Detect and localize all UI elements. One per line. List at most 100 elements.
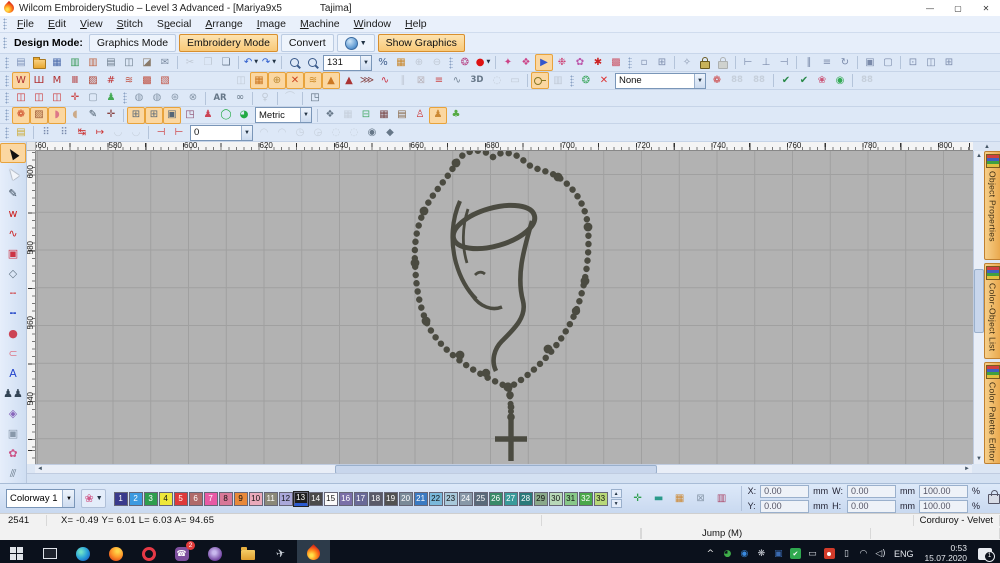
thread-target-icon[interactable]: ◉ — [831, 72, 849, 89]
thread-check-1-icon[interactable]: ✔ — [777, 72, 795, 89]
print-icon[interactable]: ▤ — [102, 54, 120, 71]
tray-monitor-icon[interactable]: ▭ — [805, 543, 820, 563]
show-graphics-button[interactable]: Show Graphics — [377, 34, 465, 52]
color-swatch-12[interactable]: 12 — [278, 491, 293, 506]
wheel-icon[interactable]: ◉ — [363, 124, 381, 141]
offset-field-dropdown-icon[interactable]: ▼ — [241, 125, 252, 140]
embroidery-mode-button[interactable]: Embroidery Mode — [179, 34, 278, 52]
select-polygon-icon[interactable]: ✧ — [678, 54, 696, 71]
tray-volume-icon[interactable]: ◁) — [873, 543, 888, 563]
fancy-fill-1-icon[interactable]: ◫ — [12, 90, 30, 107]
graphics-mode-button[interactable]: Graphics Mode — [88, 34, 177, 52]
tab-object-properties[interactable]: Object Properties — [984, 151, 1000, 260]
zoom-tool-icon[interactable] — [285, 54, 303, 71]
fancy-fill-2-icon[interactable]: ◫ — [30, 90, 48, 107]
language-indicator[interactable]: ENG — [890, 549, 918, 559]
zoom-level-field[interactable]: 131 ▼ — [323, 54, 372, 71]
needle-point-icon[interactable]: ✛ — [102, 107, 120, 124]
opera-icon[interactable] — [132, 540, 165, 563]
fancy-frame-icon[interactable]: ▢ — [84, 90, 102, 107]
color-swatch-7[interactable]: 7 — [203, 491, 218, 506]
travel-marks-icon[interactable]: ✱ — [589, 54, 607, 71]
clock-2-icon[interactable]: ◶ — [309, 124, 327, 141]
ring-2-icon[interactable]: ◌ — [345, 124, 363, 141]
fill-satin-icon[interactable]: ▦ — [250, 72, 268, 89]
trim-1-icon[interactable]: ◡ — [109, 124, 127, 141]
color-swatch-3[interactable]: 3 — [143, 491, 158, 506]
stitch-link-icon[interactable]: ✦ — [499, 54, 517, 71]
proportional-lock-icon[interactable] — [988, 489, 1000, 504]
freehand-open-tool[interactable]: ∿ — [0, 223, 26, 243]
hoop-globe-button[interactable]: ▼ — [336, 34, 375, 52]
thread-check-2-icon[interactable]: ✔ — [795, 72, 813, 89]
menu-window[interactable]: Window — [347, 18, 398, 30]
style-pair-c-icon[interactable]: 88 — [856, 72, 878, 89]
machine-tape-icon[interactable]: ▤ — [393, 107, 411, 124]
tray-wifi-icon[interactable]: ◠ — [856, 543, 871, 563]
design-canvas[interactable] — [36, 151, 973, 465]
color-swatch-23[interactable]: 23 — [443, 491, 458, 506]
color-swatch-13[interactable]: 13 — [292, 490, 309, 507]
palette-down-icon[interactable]: ▼ — [610, 499, 622, 508]
scroll-right-icon[interactable]: ► — [962, 466, 972, 472]
menu-arrange[interactable]: Arrange — [198, 18, 249, 30]
style-field[interactable]: None ▼ — [615, 72, 706, 89]
scroll-down-icon[interactable]: ▼ — [976, 454, 982, 464]
grid-show-icon[interactable]: ⊞ — [127, 106, 145, 124]
stitch-flower-icon[interactable]: ✿ — [571, 54, 589, 71]
effect-3d-icon[interactable]: 3D — [466, 72, 488, 89]
color-swatch-11[interactable]: 11 — [263, 491, 278, 506]
color-swatch-1[interactable]: 1 — [113, 491, 128, 506]
show-bitmap-icon[interactable]: ▦ — [392, 54, 410, 71]
close-button[interactable]: ✕ — [972, 0, 1000, 16]
leaf-contour-icon[interactable]: ◗ — [48, 106, 66, 124]
tray-satellite-icon[interactable]: ❋ — [754, 543, 769, 563]
digitize-shape-tool[interactable]: ◇ — [0, 263, 26, 283]
horizontal-scrollbar[interactable]: ◄ ► — [35, 464, 972, 474]
scroll-up-icon[interactable]: ▲ — [976, 151, 982, 161]
density-map-icon[interactable]: ▥ — [549, 72, 567, 89]
print-preview-icon[interactable]: ◫ — [120, 54, 138, 71]
vertical-scroll-thumb[interactable] — [974, 269, 984, 334]
fill-motif-icon[interactable]: ✕ — [286, 72, 304, 89]
new-design-icon[interactable]: ▤ — [12, 54, 30, 71]
menu-edit[interactable]: Edit — [41, 18, 73, 30]
export-icon[interactable]: ◪ — [138, 54, 156, 71]
menu-file[interactable]: File — [10, 18, 41, 30]
reshape-box-icon[interactable]: ⊡ — [904, 54, 922, 71]
colorway-wheel-icon[interactable]: ❂ — [577, 72, 595, 89]
colorway-select[interactable]: Colorway 1 ▼ — [6, 489, 76, 508]
tab-color-palette-editor[interactable]: Color Palette Editor — [984, 361, 1000, 465]
punch-bars-icon[interactable]: Ⅲ — [66, 72, 84, 89]
mirror-h-icon[interactable]: ◫ — [922, 54, 940, 71]
distribute-h-icon[interactable]: ∥ — [800, 54, 818, 71]
color-swatch-30[interactable]: 30 — [548, 491, 563, 506]
open-design-icon[interactable] — [30, 54, 48, 71]
leaf-outline-icon[interactable]: ◖ — [66, 107, 84, 124]
add-color-icon[interactable]: ✛ — [629, 490, 647, 507]
redo-icon[interactable]: ↷ ▼ — [260, 54, 278, 71]
curve-1-icon[interactable]: ◠ — [255, 124, 273, 141]
arc-tool[interactable]: ⊂ — [0, 343, 26, 363]
scale-x-field[interactable]: 100.00 — [918, 484, 968, 498]
minimize-button[interactable]: — — [916, 0, 944, 16]
maximize-button[interactable]: ▢ — [944, 0, 972, 16]
effect-ring-icon[interactable]: ◌ — [488, 72, 506, 89]
menu-machine[interactable]: Machine — [293, 18, 347, 30]
effect-feather-icon[interactable]: ⋙ — [358, 72, 376, 89]
thread-chart-icon[interactable]: ▦ — [671, 490, 689, 507]
machine-list-icon[interactable]: ⊟ — [357, 107, 375, 124]
tray-key-icon[interactable]: ◉ — [737, 543, 752, 563]
soften-star-icon[interactable]: ⊛ — [166, 90, 184, 107]
color-swatch-17[interactable]: 17 — [353, 491, 368, 506]
color-swatch-22[interactable]: 22 — [428, 491, 443, 506]
eraser-icon[interactable]: ◆ — [381, 124, 399, 141]
copy-icon[interactable]: ❐ — [199, 54, 217, 71]
scale-y-field[interactable]: 100.00 — [918, 499, 968, 513]
browser-profile-icon[interactable] — [198, 540, 231, 563]
mirror-frame-icon[interactable]: ⊞ — [940, 54, 958, 71]
effect-wave-icon[interactable]: ∿ — [376, 72, 394, 89]
design-library-icon[interactable]: ▥ — [66, 54, 84, 71]
effect-flat-icon[interactable]: ▭ — [506, 72, 524, 89]
colorway-editor-icon[interactable]: ❂ — [456, 54, 474, 71]
